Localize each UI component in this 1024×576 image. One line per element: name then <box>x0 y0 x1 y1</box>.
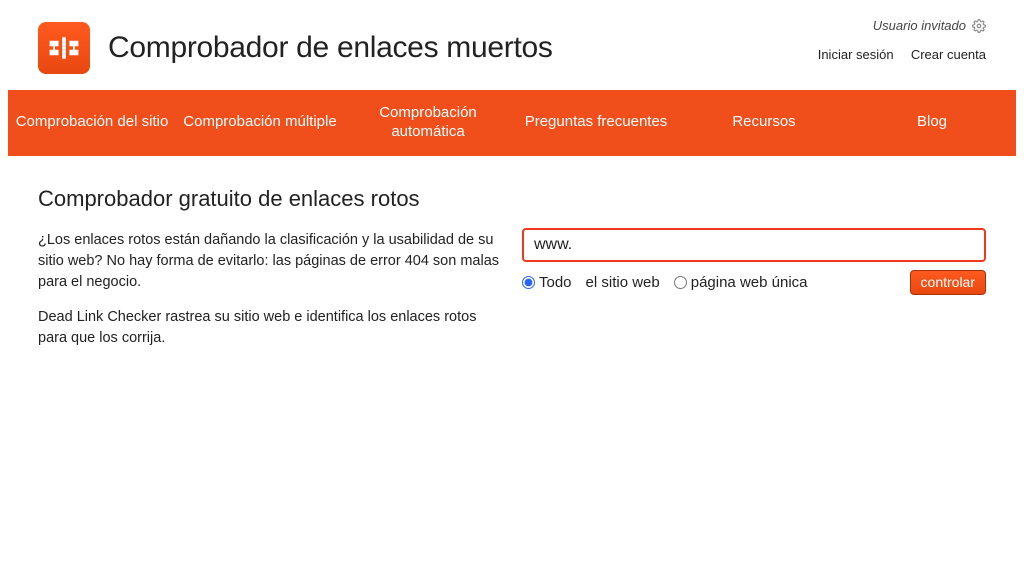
radio-single-page-label[interactable]: página web única <box>691 274 808 291</box>
gear-icon[interactable] <box>972 19 986 33</box>
intro-para-2: Dead Link Checker rastrea su sitio web e… <box>38 307 502 349</box>
sub-heading: Comprobador gratuito de enlaces rotos <box>38 186 502 212</box>
check-button[interactable]: controlar <box>910 270 986 295</box>
nav-auto-check[interactable]: Comprobación automática <box>344 90 512 156</box>
nav-site-check[interactable]: Comprobación del sitio <box>8 90 176 156</box>
nav-blog[interactable]: Blog <box>848 90 1016 156</box>
page-title: Comprobador de enlaces muertos <box>108 31 553 65</box>
nav-resources[interactable]: Recursos <box>680 90 848 156</box>
main-nav: Comprobación del sitio Comprobación múlt… <box>8 90 1016 156</box>
intro-column: Comprobador gratuito de enlaces rotos ¿L… <box>38 186 502 363</box>
nav-multi-check[interactable]: Comprobación múltiple <box>176 90 344 156</box>
nav-faq[interactable]: Preguntas frecuentes <box>512 90 680 156</box>
check-form: Todo el sitio web página web única contr… <box>522 186 986 363</box>
header: Comprobador de enlaces muertos Usuario i… <box>8 0 1016 84</box>
header-right: Usuario invitado Iniciar sesión Crear cu… <box>818 18 986 62</box>
intro-para-1: ¿Los enlaces rotos están dañando la clas… <box>38 230 502 293</box>
radio-whole-site[interactable] <box>522 276 535 289</box>
url-input[interactable] <box>522 228 986 262</box>
logo-icon <box>38 22 90 74</box>
guest-user-label: Usuario invitado <box>873 18 966 33</box>
login-link[interactable]: Iniciar sesión <box>818 47 894 62</box>
site-label: el sitio web <box>586 274 660 291</box>
signup-link[interactable]: Crear cuenta <box>911 47 986 62</box>
radio-whole-site-label[interactable]: Todo <box>539 274 572 291</box>
radio-single-page[interactable] <box>674 276 687 289</box>
